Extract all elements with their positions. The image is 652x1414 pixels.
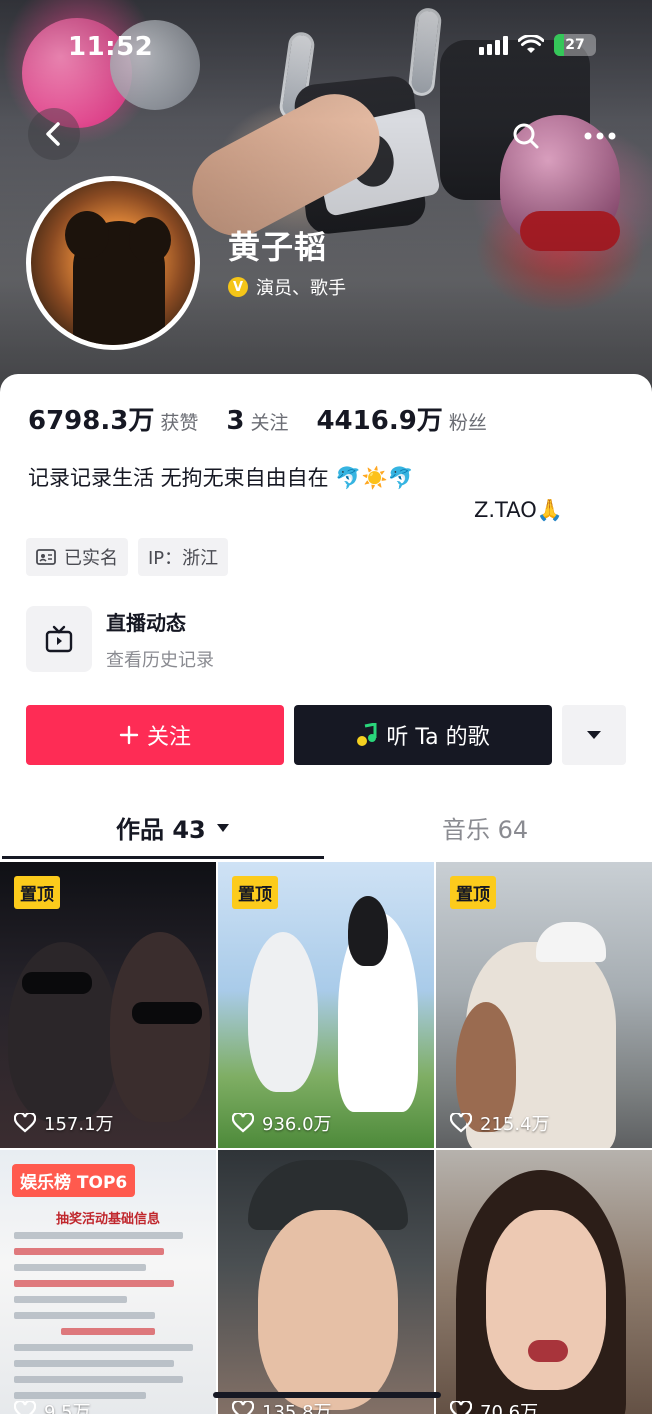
- tab-works-label: 作品 43: [116, 816, 206, 844]
- wifi-icon: [518, 35, 544, 53]
- pinned-badge: 置顶: [14, 876, 60, 909]
- more-actions-button[interactable]: [562, 705, 626, 765]
- heart-icon: [232, 1113, 254, 1133]
- active-tab-indicator: [2, 856, 324, 859]
- profile-tags: 已实名 IP：浙江: [26, 538, 229, 576]
- real-name-tag: 已实名: [26, 538, 128, 576]
- profile-stats: 6798.3万 获赞 3 关注 4416.9万 粉丝: [28, 400, 515, 437]
- followers-label: 粉丝: [448, 412, 487, 434]
- tab-works[interactable]: 作品 43: [116, 810, 230, 845]
- video-tile[interactable]: 置顶 215.4万: [436, 862, 652, 1148]
- tv-icon: [26, 606, 92, 672]
- like-count-value: 70.6万: [480, 1402, 539, 1414]
- tab-music[interactable]: 音乐 64: [442, 810, 528, 845]
- following-count[interactable]: 3: [226, 406, 244, 436]
- plus-icon: [119, 725, 139, 745]
- ip-location-label: IP：浙江: [148, 548, 219, 569]
- like-count: 135.8万: [232, 1398, 332, 1414]
- like-count-value: 135.8万: [262, 1402, 332, 1414]
- follow-button[interactable]: 关注: [26, 705, 284, 765]
- live-subtitle: 查看历史记录: [106, 649, 214, 671]
- battery-icon: 27: [554, 34, 596, 56]
- video-tile[interactable]: 70.6万: [436, 1150, 652, 1414]
- back-button[interactable]: [28, 108, 80, 160]
- like-count: 70.6万: [450, 1398, 538, 1414]
- bio-line-2: Z.TAO🙏: [474, 498, 563, 522]
- status-time: 11:52: [68, 32, 154, 62]
- caret-down-icon: [587, 731, 601, 739]
- like-count: 9.5万: [14, 1398, 91, 1414]
- listen-music-button[interactable]: 听 Ta 的歌: [294, 705, 552, 765]
- followers-count[interactable]: 4416.9万: [316, 400, 442, 437]
- ranking-badge: 娱乐榜 TOP6: [12, 1164, 136, 1197]
- ip-location-tag: IP：浙江: [138, 538, 229, 576]
- likes-count[interactable]: 6798.3万: [28, 400, 154, 437]
- status-icons: 27: [479, 34, 596, 56]
- verified-title-text: 演员、歌手: [256, 278, 346, 299]
- avatar[interactable]: [26, 176, 200, 350]
- like-count-value: 157.1万: [44, 1114, 114, 1135]
- verified-badge-icon: V: [228, 277, 248, 297]
- heart-icon: [450, 1113, 472, 1133]
- listen-music-label: 听 Ta 的歌: [386, 725, 490, 750]
- more-icon: [584, 132, 616, 140]
- id-card-icon: [36, 549, 56, 565]
- verified-title: V 演员、歌手: [228, 274, 346, 300]
- battery-level: 27: [565, 37, 585, 53]
- heart-icon: [14, 1113, 36, 1133]
- chevron-left-icon: [46, 122, 60, 146]
- like-count: 215.4万: [450, 1110, 550, 1136]
- more-button[interactable]: [574, 110, 626, 162]
- video-tile[interactable]: 置顶 936.0万: [218, 862, 434, 1148]
- profile-name: 黄子韬: [228, 228, 328, 266]
- live-history-entry[interactable]: 直播动态 查看历史记录: [26, 606, 214, 672]
- likes-label: 获赞: [160, 412, 199, 434]
- heart-icon: [232, 1401, 254, 1414]
- search-icon: [513, 123, 539, 149]
- video-tile[interactable]: 抽奖活动基础信息 娱乐榜 TOP6 9.5万: [0, 1150, 216, 1414]
- caret-down-icon: [216, 823, 229, 832]
- heart-icon: [450, 1401, 472, 1414]
- signal-icon: [479, 35, 508, 55]
- home-indicator[interactable]: [213, 1392, 441, 1398]
- bio-line-1: 记录记录生活 无拘无束自由自在 🐬☀️🐬: [28, 466, 414, 490]
- video-tile[interactable]: 135.8万: [218, 1150, 434, 1414]
- like-count-value: 9.5万: [44, 1402, 91, 1414]
- music-note-icon: [357, 723, 377, 746]
- like-count: 157.1万: [14, 1110, 114, 1136]
- pinned-badge: 置顶: [232, 876, 278, 909]
- like-count-value: 936.0万: [262, 1114, 332, 1135]
- pinned-badge: 置顶: [450, 876, 496, 909]
- like-count: 936.0万: [232, 1110, 332, 1136]
- following-label: 关注: [250, 412, 289, 434]
- follow-label: 关注: [146, 725, 191, 750]
- like-count-value: 215.4万: [480, 1114, 550, 1135]
- content-tabs: 作品 43 音乐 64: [0, 794, 652, 860]
- action-buttons: 关注 听 Ta 的歌: [26, 705, 626, 765]
- heart-icon: [14, 1401, 36, 1414]
- poster-title: 抽奖活动基础信息: [55, 1212, 160, 1227]
- real-name-label: 已实名: [64, 548, 118, 569]
- tab-music-label: 音乐 64: [442, 816, 529, 844]
- search-button[interactable]: [500, 110, 552, 162]
- live-title: 直播动态: [106, 610, 186, 635]
- video-tile[interactable]: 置顶 157.1万: [0, 862, 216, 1148]
